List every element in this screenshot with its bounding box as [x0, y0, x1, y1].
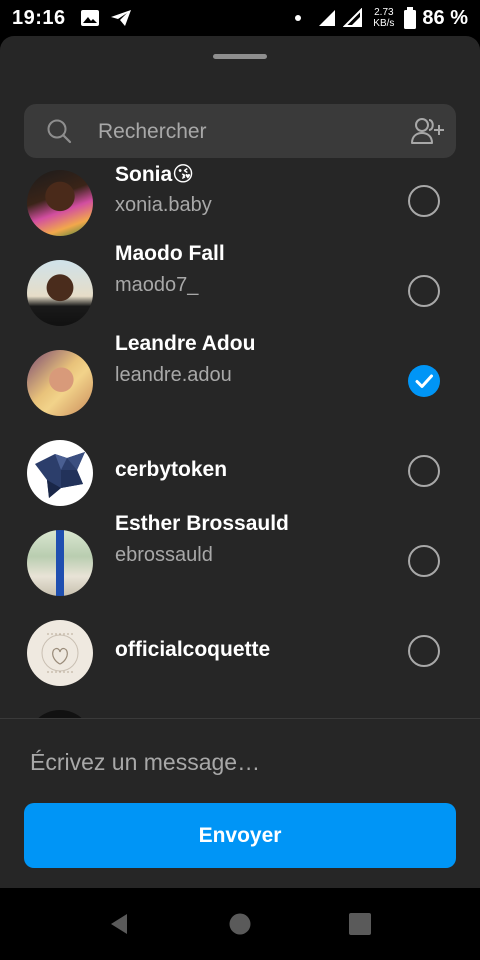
contact-username: ebrossauld: [115, 544, 213, 566]
contact-row[interactable]: Leandre Adou leandre.adou: [0, 332, 480, 428]
check-icon: [415, 374, 433, 388]
contact-name: Esther Brossauld: [115, 512, 289, 535]
contact-name: Leandre Adou: [115, 332, 256, 355]
select-radio[interactable]: [408, 185, 440, 217]
contact-row[interactable]: officialcoquette: [0, 608, 480, 698]
telegram-icon: [110, 10, 131, 26]
contact-row[interactable]: Sonia😘 xonia.baby: [0, 158, 480, 248]
add-people-icon[interactable]: [410, 116, 446, 146]
navigation-bar: [0, 888, 480, 960]
message-input[interactable]: [30, 736, 450, 788]
network-speed: 2.73 KB/s: [373, 7, 395, 29]
drag-handle[interactable]: [213, 54, 267, 59]
battery-icon: [404, 7, 417, 29]
share-sheet: Sonia😘 xonia.baby Maodo Fall maodo7_ Lea…: [0, 36, 480, 888]
avatar: [27, 440, 93, 506]
contact-name: officialcoquette: [115, 638, 271, 661]
search-bar[interactable]: [24, 104, 456, 160]
avatar: [27, 170, 93, 236]
contact-username: xonia.baby: [115, 194, 212, 216]
select-radio[interactable]: [408, 455, 440, 487]
contact-name: cerbytoken: [115, 458, 228, 481]
select-radio[interactable]: [408, 275, 440, 307]
coquette-logo-icon: [41, 633, 79, 673]
avatar: [27, 710, 93, 718]
select-radio-checked[interactable]: [408, 365, 440, 397]
contact-username: maodo7_: [115, 274, 199, 296]
notification-dot-icon: [295, 15, 302, 21]
status-bar: 19:16 2.73 KB/s 86 %: [0, 0, 480, 36]
gallery-icon: [80, 10, 99, 26]
contact-row[interactable]: Maodo Fall maodo7_: [0, 242, 480, 338]
back-icon[interactable]: [107, 912, 131, 936]
contact-row[interactable]: cerbytoken: [0, 428, 480, 518]
select-radio[interactable]: [408, 635, 440, 667]
contact-row[interactable]: Esther Brossauld ebrossauld: [0, 512, 480, 608]
home-icon[interactable]: [229, 913, 251, 935]
contact-username: leandre.adou: [115, 364, 232, 386]
select-radio[interactable]: [408, 545, 440, 577]
contact-name: Sonia😘: [115, 163, 195, 186]
signal-icon-2: [343, 8, 363, 27]
recents-icon[interactable]: [349, 913, 371, 935]
avatar: [27, 620, 93, 686]
search-icon: [47, 119, 72, 144]
avatar: [27, 350, 93, 416]
status-time: 19:16: [12, 6, 66, 29]
contact-list: Sonia😘 xonia.baby Maodo Fall maodo7_ Lea…: [0, 158, 480, 718]
avatar: [27, 260, 93, 326]
divider: [0, 718, 480, 719]
avatar: [27, 530, 93, 596]
contact-name: Maodo Fall: [115, 242, 225, 265]
battery-level: 86 %: [422, 6, 468, 29]
send-button[interactable]: Envoyer: [24, 803, 456, 868]
cerby-logo-icon: [35, 452, 85, 498]
search-input[interactable]: [96, 104, 400, 160]
signal-icon: [319, 10, 336, 26]
